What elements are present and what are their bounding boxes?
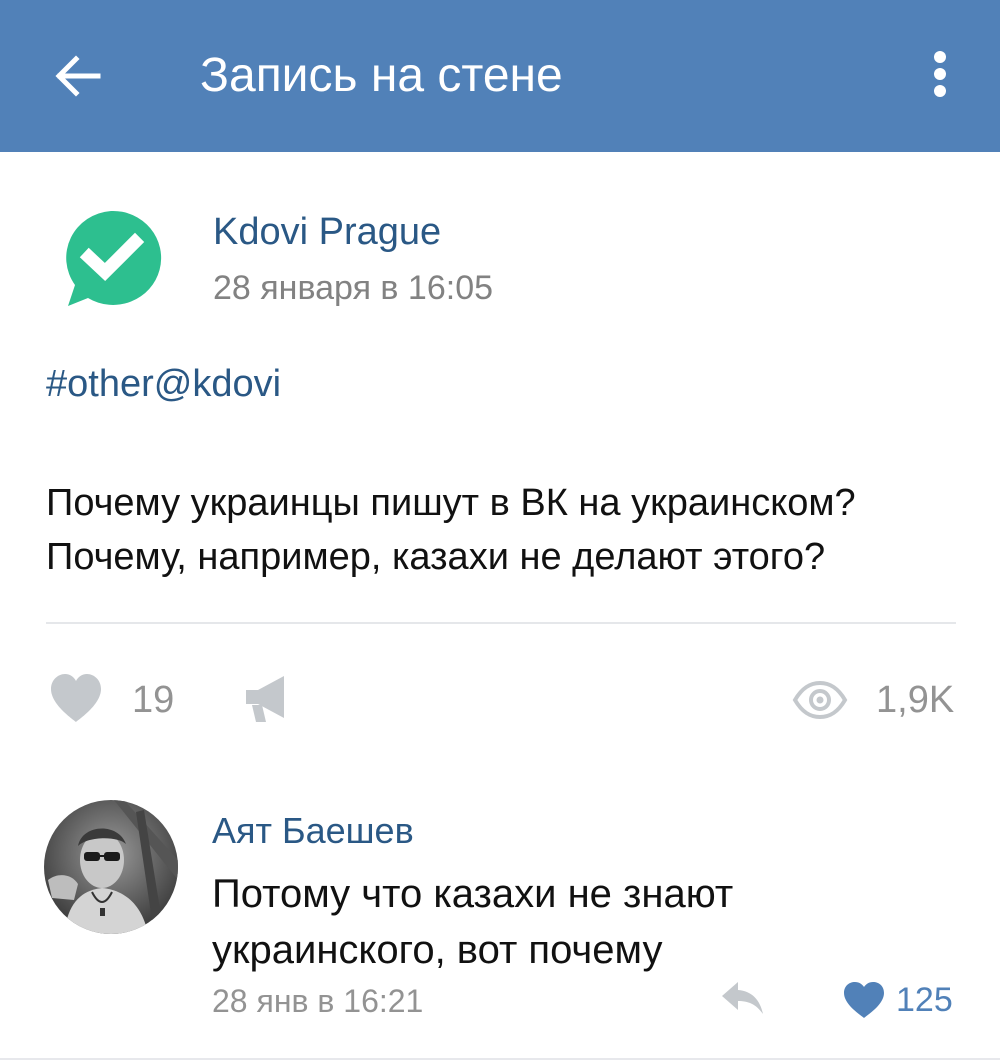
post-timestamp: 28 января в 16:05 [213,269,494,307]
back-button[interactable] [40,38,116,114]
comment-like-count: 125 [896,981,953,1019]
wall-post-screen: Запись на стене Kdovi Prague 28 января в… [0,0,1000,1064]
app-header: Запись на стене [0,0,1000,152]
views-count: 1,9K [876,679,955,721]
more-options-button[interactable] [910,38,970,114]
comment-like-button[interactable] [842,980,886,1020]
post-text-line: Почему украинцы пишут в ВК на украинском… [46,482,856,524]
post-hashtag-link[interactable]: #other@kdovi [46,360,281,408]
heart-icon [51,674,101,722]
views-indicator [792,680,848,720]
post-text-line: Почему, например, казахи не делают этого… [46,536,826,578]
post-author-name[interactable]: Kdovi Prague [213,208,441,256]
page-title: Запись на стене [200,49,563,102]
comment-timestamp: 28 янв в 16:21 [212,983,424,1019]
divider [0,1058,1000,1060]
comment-author-name[interactable]: Аят Баешев [212,808,414,854]
heart-filled-icon [844,982,884,1018]
more-vertical-icon [934,51,946,97]
user-photo [44,800,178,934]
comment-text-line: украинского, вот почему [212,928,663,972]
megaphone-icon [246,676,284,722]
checkmark-speech-bubble-icon [66,210,162,306]
comment-text-line: Потому что казахи не знают [212,872,734,916]
eye-icon [792,680,848,720]
divider [46,622,956,624]
reply-button[interactable] [720,978,766,1018]
post-text: Почему украинцы пишут в ВК на украинском… [46,476,966,584]
like-count: 19 [132,679,175,721]
like-button[interactable] [48,672,104,724]
comment-text: Потому что казахи не знают украинского, … [212,866,952,978]
arrow-left-icon [55,55,101,97]
share-button[interactable] [244,674,292,724]
community-avatar[interactable] [58,207,166,311]
reply-arrow-icon [722,982,763,1014]
comment-author-avatar[interactable] [44,800,178,934]
